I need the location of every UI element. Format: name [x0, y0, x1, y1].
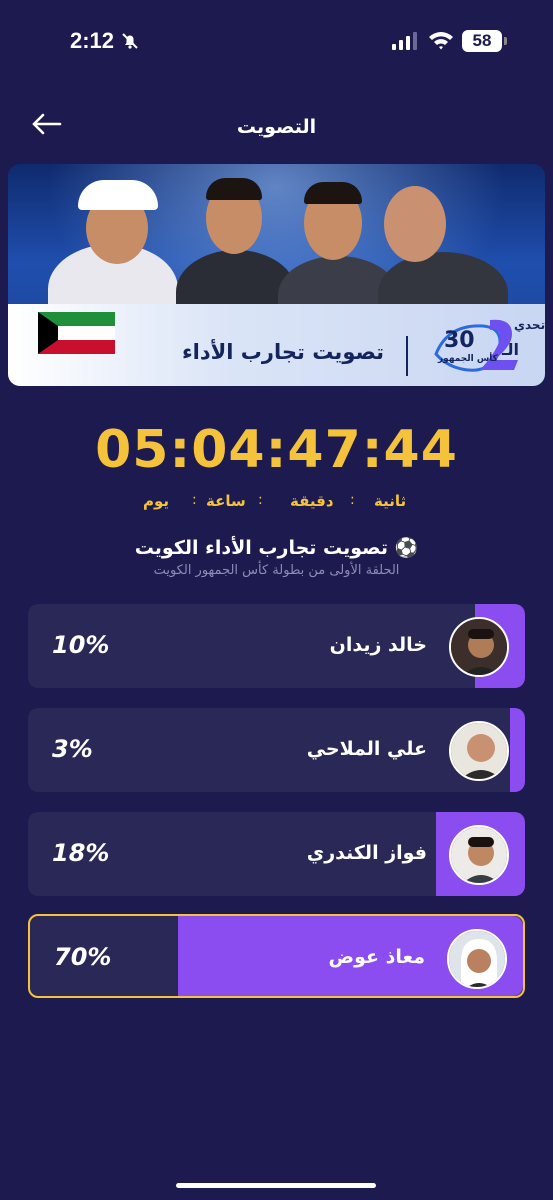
logo-letter: الـ [502, 340, 519, 359]
home-indicator[interactable] [176, 1183, 376, 1188]
cellular-signal-icon [392, 32, 417, 50]
unit-separator: : [258, 492, 263, 508]
banner-person-4-head [384, 186, 446, 262]
countdown-timer: 05:04:47:44 [95, 420, 458, 480]
option-name: فواز الكندري [306, 842, 427, 864]
avatar [449, 825, 509, 885]
unit-hour: ساعة [206, 492, 246, 510]
banner-divider [406, 336, 408, 376]
unit-separator: : [192, 492, 197, 508]
avatar [449, 721, 509, 781]
banner-person-3-hair [304, 182, 362, 204]
banner-title: تصويت تجارب الأداء [181, 340, 385, 364]
option-percentage: 10% [52, 631, 110, 659]
poll-title: ⚽ تصويت تجارب الأداء الكويت [134, 537, 419, 559]
banner-person-1-headdress [78, 180, 158, 210]
banner-person-2-hair [206, 178, 262, 200]
poll-subtitle: الحلقة الأولى من بطولة كأس الجمهور الكوي… [153, 563, 400, 578]
voting-screen: 2:12 58 التصويت تصويت تجارب الأداء 30 تح… [0, 0, 553, 1200]
logo-subtitle: كأس الجمهور [438, 354, 498, 364]
event-banner: تصويت تجارب الأداء 30 تحدي الـ كأس الجمه… [8, 164, 545, 386]
option-percentage: 3% [52, 735, 93, 763]
option-percentage: 18% [52, 839, 110, 867]
vote-option-selected[interactable]: معاذ عوض 70% [28, 914, 525, 998]
kuwait-flag-icon [38, 312, 115, 354]
battery-indicator: 58 [462, 30, 507, 52]
option-name: خالد زيدان [329, 634, 427, 656]
avatar [449, 617, 509, 677]
option-percentage: 70% [54, 943, 112, 971]
logo-word: تحدي [514, 318, 545, 332]
vote-option[interactable]: فواز الكندري 18% [28, 812, 525, 896]
vote-percentage-bar [510, 708, 525, 792]
bell-muted-icon [122, 33, 138, 49]
logo-number: 30 [444, 328, 475, 353]
status-bar: 2:12 58 [0, 0, 553, 80]
page-title: التصويت [236, 116, 317, 138]
vote-option[interactable]: علي الملاحي 3% [28, 708, 525, 792]
avatar [447, 929, 507, 989]
unit-minute: دقيقة [290, 492, 334, 510]
unit-separator: : [350, 492, 355, 508]
challenge-logo: 30 تحدي الـ كأس الجمهور [428, 314, 545, 376]
option-name: علي الملاحي [306, 738, 427, 760]
unit-day: يوم [143, 492, 170, 510]
wifi-icon [429, 32, 453, 50]
status-time: 2:12 [70, 28, 115, 53]
unit-second: ثانية [374, 492, 407, 510]
vote-option[interactable]: خالد زيدان 10% [28, 604, 525, 688]
option-name: معاذ عوض [328, 946, 425, 968]
